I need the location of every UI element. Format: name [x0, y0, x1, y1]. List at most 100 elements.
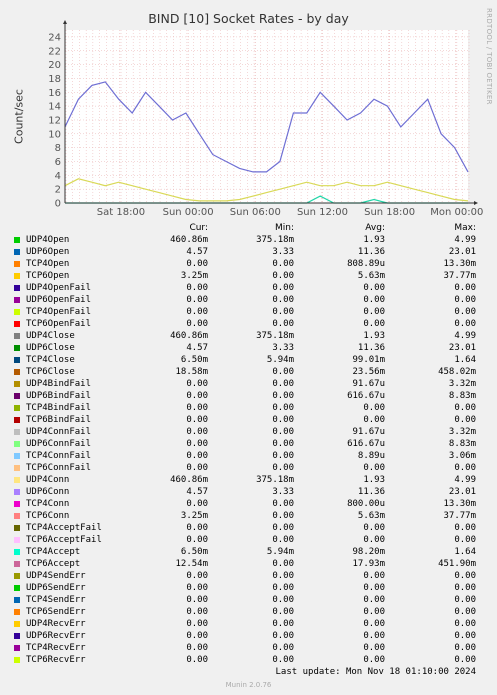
- legend-min: 0.00: [272, 619, 294, 629]
- legend-swatch: [14, 405, 20, 411]
- legend-name: UDP6BindFail: [26, 391, 92, 401]
- legend-name: TCP6RecvErr: [26, 655, 86, 665]
- legend-header-min: Min:: [274, 223, 294, 233]
- legend-row: TCP6Close 18.58m 0.00 23.56m 458.02m: [0, 366, 497, 378]
- legend-swatch: [14, 261, 20, 267]
- legend-swatch: [14, 285, 20, 291]
- legend-avg: 0.00: [363, 415, 385, 425]
- legend-swatch: [14, 393, 20, 399]
- legend-swatch: [14, 357, 20, 363]
- y-tick-label: 18: [48, 74, 61, 85]
- legend-swatch: [14, 429, 20, 435]
- legend-cur: 0.00: [186, 391, 208, 401]
- legend-avg: 0.00: [363, 307, 385, 317]
- x-tick-label: Mon 00:00: [430, 207, 483, 218]
- legend-cur: 0.00: [186, 427, 208, 437]
- legend-cur: 3.25m: [180, 271, 208, 281]
- legend-cur: 0.00: [186, 319, 208, 329]
- legend-avg: 1.93: [363, 475, 385, 485]
- legend-row: TCP6Conn 3.25m 0.00 5.63m 37.77m: [0, 510, 497, 522]
- legend-min: 3.33: [272, 487, 294, 497]
- legend-row: UDP6Close 4.57 3.33 11.36 23.01: [0, 342, 497, 354]
- legend-min: 0.00: [272, 607, 294, 617]
- legend-name: TCP6AcceptFail: [26, 535, 102, 545]
- legend-max: 0.00: [454, 415, 476, 425]
- legend-max: 0.00: [454, 295, 476, 305]
- legend-name: TCP6Open: [26, 271, 70, 281]
- legend-avg: 0.00: [363, 619, 385, 629]
- legend-name: UDP4OpenFail: [26, 283, 92, 293]
- legend-max: 451.90m: [438, 559, 476, 569]
- legend-swatch: [14, 609, 20, 615]
- legend-avg: 0.00: [363, 655, 385, 665]
- legend-row: UDP6SendErr 0.00 0.00 0.00 0.00: [0, 582, 497, 594]
- legend-swatch: [14, 273, 20, 279]
- legend-swatch: [14, 489, 20, 495]
- legend-name: UDP4ConnFail: [26, 427, 92, 437]
- legend-avg: 0.00: [363, 319, 385, 329]
- legend-avg: 11.36: [357, 487, 385, 497]
- legend-row: UDP4RecvErr 0.00 0.00 0.00 0.00: [0, 618, 497, 630]
- legend-cur: 0.00: [186, 283, 208, 293]
- legend-name: TCP4Close: [26, 355, 75, 365]
- legend-swatch: [14, 525, 20, 531]
- legend-cur: 460.86m: [170, 475, 208, 485]
- legend-row: TCP4RecvErr 0.00 0.00 0.00 0.00: [0, 642, 497, 654]
- legend-name: TCP6ConnFail: [26, 463, 92, 473]
- legend-row: UDP4Conn 460.86m 375.18m 1.93 4.99: [0, 474, 497, 486]
- legend-min: 0.00: [272, 439, 294, 449]
- legend-avg: 0.00: [363, 283, 385, 293]
- legend-avg: 0.00: [363, 403, 385, 413]
- legend-row: UDP4OpenFail 0.00 0.00 0.00 0.00: [0, 282, 497, 294]
- legend-name: TCP6SendErr: [26, 607, 86, 617]
- legend-min: 375.18m: [256, 331, 294, 341]
- legend-name: UDP4RecvErr: [26, 619, 86, 629]
- legend-cur: 0.00: [186, 259, 208, 269]
- legend-max: 3.06m: [448, 451, 476, 461]
- legend-min: 0.00: [272, 451, 294, 461]
- legend-avg: 1.93: [363, 235, 385, 245]
- legend-swatch: [14, 381, 20, 387]
- legend-max: 0.00: [454, 619, 476, 629]
- legend-avg: 8.89u: [357, 451, 385, 461]
- legend-avg: 0.00: [363, 631, 385, 641]
- legend-swatch: [14, 501, 20, 507]
- legend-min: 0.00: [272, 283, 294, 293]
- legend-max: 4.99: [454, 235, 476, 245]
- legend-cur: 0.00: [186, 379, 208, 389]
- legend-name: TCP4RecvErr: [26, 643, 86, 653]
- legend-row: TCP6Open 3.25m 0.00 5.63m 37.77m: [0, 270, 497, 282]
- legend-cur: 460.86m: [170, 331, 208, 341]
- legend-max: 8.83m: [448, 391, 476, 401]
- legend-cur: 0.00: [186, 415, 208, 425]
- legend-row: UDP6RecvErr 0.00 0.00 0.00 0.00: [0, 630, 497, 642]
- y-tick-label: 24: [48, 32, 61, 43]
- chart-plot: 024681012141618202224Sat 18:00 Sun 00:00 S…: [48, 20, 483, 218]
- legend-header: Cur: Min: Avg: Max:: [0, 222, 497, 234]
- legend-min: 0.00: [272, 499, 294, 509]
- legend-max: 23.01: [448, 343, 476, 353]
- legend-avg: 5.63m: [357, 271, 385, 281]
- legend-min: 0.00: [272, 463, 294, 473]
- legend-name: UDP4SendErr: [26, 571, 86, 581]
- legend-row: UDP6Open 4.57 3.33 11.36 23.01: [0, 246, 497, 258]
- legend-avg: 616.67u: [347, 391, 385, 401]
- legend-name: UDP6Conn: [26, 487, 70, 497]
- legend-min: 5.94m: [266, 547, 294, 557]
- legend-row: TCP6RecvErr 0.00 0.00 0.00 0.00: [0, 654, 497, 666]
- legend-row: TCP6AcceptFail 0.00 0.00 0.00 0.00: [0, 534, 497, 546]
- legend-row: TCP4Close 6.50m 5.94m 99.01m 1.64: [0, 354, 497, 366]
- y-tick-label: 2: [55, 185, 61, 196]
- legend-swatch: [14, 249, 20, 255]
- legend-row: TCP6OpenFail 0.00 0.00 0.00 0.00: [0, 318, 497, 330]
- y-tick-label: 8: [55, 143, 61, 154]
- legend-avg: 11.36: [357, 247, 385, 257]
- legend-min: 5.94m: [266, 355, 294, 365]
- legend-min: 375.18m: [256, 235, 294, 245]
- legend-swatch: [14, 549, 20, 555]
- legend-swatch: [14, 561, 20, 567]
- legend-swatch: [14, 477, 20, 483]
- legend-swatch: [14, 633, 20, 639]
- legend-max: 0.00: [454, 595, 476, 605]
- legend-avg: 23.56m: [352, 367, 385, 377]
